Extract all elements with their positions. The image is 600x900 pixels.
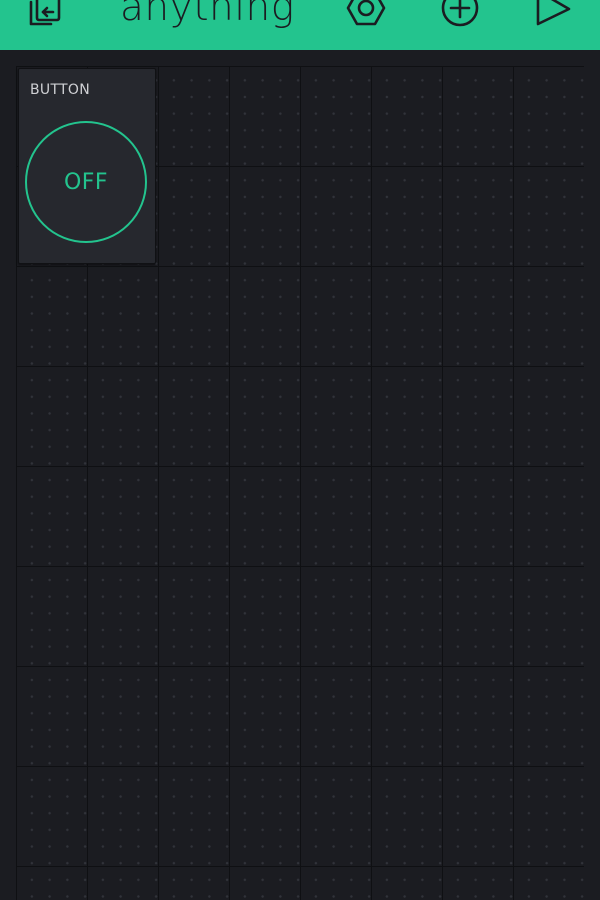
app-header: anything na bbox=[0, 0, 600, 50]
button-widget[interactable]: BUTTON OFF bbox=[18, 68, 156, 264]
project-title[interactable]: anything na bbox=[120, 0, 308, 38]
play-icon[interactable] bbox=[532, 0, 572, 28]
projects-icon[interactable] bbox=[25, 0, 65, 28]
toggle-state-label: OFF bbox=[63, 169, 109, 195]
settings-hex-icon[interactable] bbox=[346, 0, 386, 28]
power-toggle-button[interactable]: OFF bbox=[25, 121, 147, 243]
widget-label: BUTTON bbox=[30, 82, 91, 98]
add-widget-icon[interactable] bbox=[440, 0, 480, 28]
